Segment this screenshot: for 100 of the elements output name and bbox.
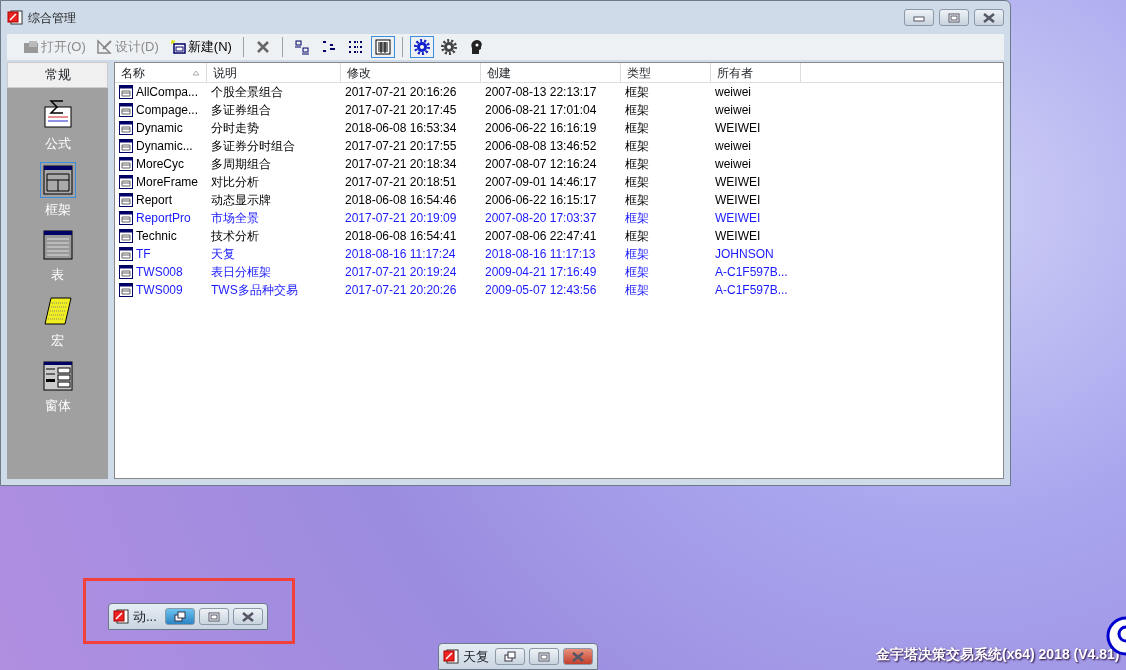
table-cell-text: 框架	[625, 228, 649, 245]
table-cell-text: 2017-07-21 20:17:45	[345, 102, 457, 119]
table-cell-text: weiwei	[715, 84, 751, 101]
table-cell-text: JOHNSON	[715, 246, 774, 263]
close-button[interactable]	[563, 648, 593, 665]
item-name: Report	[136, 192, 173, 209]
table-cell-text: 多证券组合	[211, 102, 271, 119]
close-button[interactable]	[233, 608, 263, 625]
table-cell-text: 框架	[625, 246, 649, 263]
restore-button[interactable]	[495, 648, 525, 665]
table-cell-text: 2007-09-01 14:46:17	[485, 174, 597, 191]
table-cell-text: WEIWEI	[715, 174, 761, 191]
frame-file-icon	[119, 157, 133, 171]
toolbar-button[interactable]: 新建(N)	[165, 36, 236, 58]
frame-file-icon	[119, 247, 133, 261]
maximize-icon	[205, 609, 223, 624]
table-cell-text: 2017-07-21 20:16:26	[345, 84, 457, 101]
table-cell-text: 多周期组合	[211, 156, 271, 173]
ruler-icon	[96, 39, 113, 55]
table-cell-text: 2018-06-08 16:54:41	[345, 228, 457, 245]
item-name: TWS009	[136, 282, 183, 299]
minimize-button[interactable]	[904, 9, 934, 26]
table-cell-text: A-C1F597B...	[715, 282, 788, 299]
table-cell-text: 2018-08-16 11:17:24	[345, 246, 456, 263]
table-cell-text: 框架	[625, 264, 649, 281]
app-icon	[113, 609, 129, 624]
table-cell-text: 框架	[625, 282, 649, 299]
frame-file-icon	[119, 283, 133, 297]
table-cell-text: 2006-08-21 17:01:04	[485, 102, 597, 119]
table-cell-text: WEIWEI	[715, 120, 761, 137]
item-name: AllCompa...	[136, 84, 199, 101]
frame-file-icon	[119, 265, 133, 279]
status-text: 金宇塔决策交易系统(x64) 2018 (V4.81)	[876, 645, 1120, 664]
item-name: ReportPro	[136, 210, 191, 227]
form-icon	[42, 361, 73, 391]
table-cell-text: 2007-08-07 12:16:24	[485, 156, 597, 173]
table-cell-text: 2007-08-20 17:03:37	[485, 210, 597, 227]
table-cell-text: 2006-06-22 16:16:19	[485, 120, 597, 137]
sidebar-header: 常规	[7, 62, 108, 88]
column-header[interactable]: 说明	[207, 63, 341, 82]
column-header[interactable]: 名称	[115, 63, 207, 82]
table-cell-text: 2017-07-21 20:18:51	[345, 174, 457, 191]
frame-file-icon	[119, 103, 133, 117]
frame-file-icon	[119, 139, 133, 153]
table-cell-text: 对比分析	[211, 174, 259, 191]
table-cell-text: 框架	[625, 120, 649, 137]
maximize-button[interactable]	[939, 9, 969, 26]
window-title: 天复	[463, 647, 490, 666]
table-cell-text: 2017-07-21 20:18:34	[345, 156, 457, 173]
frame-file-icon	[119, 121, 133, 135]
table-cell-text: WEIWEI	[715, 192, 761, 209]
table-cell-text: 2006-06-22 16:15:17	[485, 192, 597, 209]
item-name: MoreCyc	[136, 156, 184, 173]
item-name: Dynamic...	[136, 138, 193, 155]
item-name: TF	[136, 246, 151, 263]
table-cell-text: 框架	[625, 138, 649, 155]
formula-icon	[42, 99, 73, 129]
table-cell-text: 框架	[625, 192, 649, 209]
table-cell-text: 多证券分时组合	[211, 138, 295, 155]
table-cell-text: 2006-08-08 13:46:52	[485, 138, 597, 155]
column-header[interactable]: 类型	[621, 63, 711, 82]
table-cell-text: A-C1F597B...	[715, 264, 788, 281]
frame-file-icon	[119, 85, 133, 99]
table-cell-text: 2018-08-16 11:17:13	[485, 246, 596, 263]
frame-file-icon	[119, 229, 133, 243]
item-name: TWS008	[136, 264, 183, 281]
table-cell-text: 动态显示牌	[211, 192, 271, 209]
table-cell-text: 2017-07-21 20:19:24	[345, 264, 457, 281]
maximize-button[interactable]	[529, 648, 559, 665]
table-cell-text: weiwei	[715, 102, 751, 119]
gear-icon	[440, 39, 457, 55]
table-cell-text: 框架	[625, 102, 649, 119]
folder-icon	[23, 39, 39, 55]
settings-icon	[413, 39, 430, 55]
toolbar-button[interactable]	[370, 36, 395, 58]
table-cell-text: 框架	[625, 84, 649, 101]
restore-button[interactable]	[165, 608, 195, 625]
toolbar-button[interactable]	[409, 36, 434, 58]
large-icons-icon	[293, 39, 310, 55]
column-header[interactable]: 修改	[341, 63, 481, 82]
new-document-icon	[169, 39, 186, 55]
table-cell-text: 分时走势	[211, 120, 259, 137]
frame-file-icon	[119, 193, 133, 207]
table-cell-text: 2017-07-21 20:17:55	[345, 138, 457, 155]
column-header[interactable]: 创建	[481, 63, 621, 82]
close-button[interactable]	[974, 9, 1004, 26]
table-cell-text: 2018-06-08 16:53:34	[345, 120, 457, 137]
table-icon	[42, 230, 73, 260]
table-cell-text: WEIWEI	[715, 228, 761, 245]
table-cell-text: 市场全景	[211, 210, 259, 227]
table-cell-text: 2018-06-08 16:54:46	[345, 192, 457, 209]
app-icon	[443, 649, 459, 664]
column-header[interactable]: 所有者	[711, 63, 801, 82]
frame-file-icon	[119, 211, 133, 225]
maximize-icon	[945, 10, 963, 25]
table-cell-text: 2009-04-21 17:16:49	[485, 264, 597, 281]
maximize-icon	[535, 649, 553, 664]
table-cell-text: 个股全景组合	[211, 84, 283, 101]
item-name: Compage...	[136, 102, 199, 119]
frame-icon	[42, 164, 73, 195]
